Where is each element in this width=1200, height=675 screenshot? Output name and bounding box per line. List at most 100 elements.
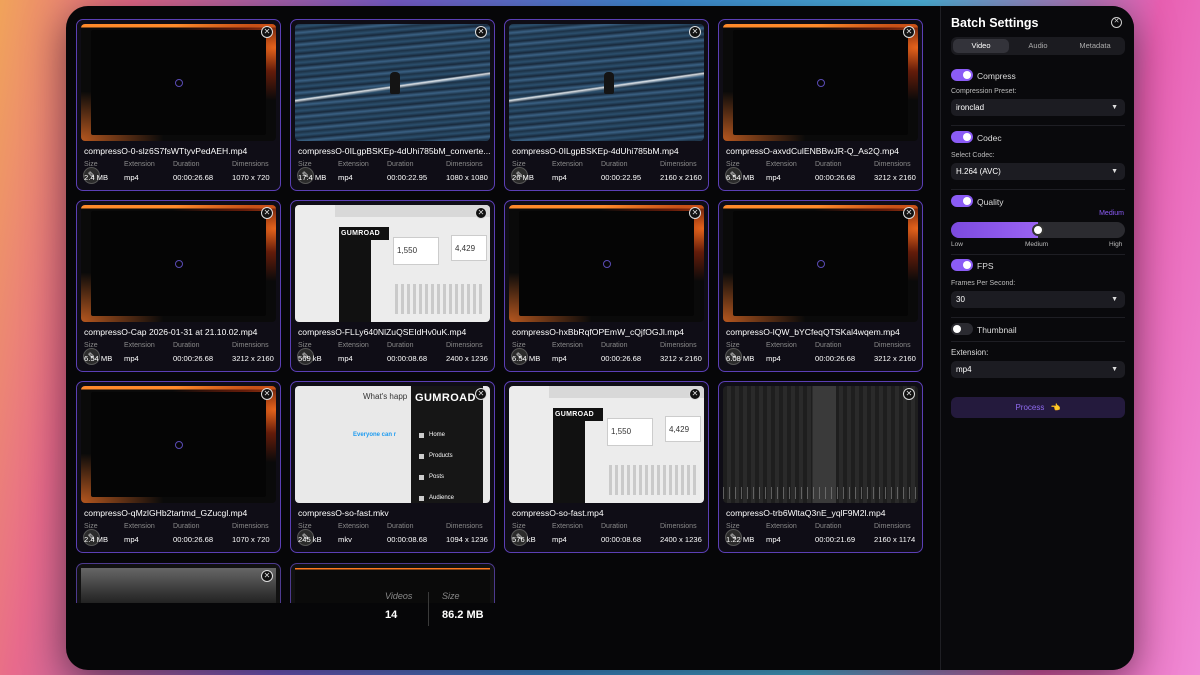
- video-filename: compressO-axvdCulENBBwJR-Q_As2Q.mp4: [726, 146, 899, 156]
- extension-label: Extension: [552, 523, 583, 530]
- quality-slider-knob[interactable]: [1032, 224, 1044, 236]
- video-thumbnail: [81, 568, 276, 603]
- video-filename: compressO-trb6WltaQ3nE_yqlF9M2l.mp4: [726, 508, 886, 518]
- close-panel-icon[interactable]: ✕: [1111, 17, 1122, 28]
- size-label: Size: [726, 523, 740, 530]
- duration-label: Duration: [387, 523, 414, 530]
- size-label: Size: [726, 342, 740, 349]
- remove-video-icon[interactable]: ✕: [261, 26, 273, 38]
- extension-label: Extension: [552, 342, 583, 349]
- extension-label: Extension: [766, 523, 797, 530]
- extension-value: mp4: [766, 535, 781, 544]
- video-card[interactable]: GUMROAD 1,550 4,429 ✕ ✎ compressO-FLLy640NlZu…: [290, 200, 495, 372]
- duration-label: Duration: [815, 342, 842, 349]
- remove-video-icon[interactable]: ✕: [475, 26, 487, 38]
- quality-toggle[interactable]: [951, 195, 973, 207]
- size-value: 245 kB: [298, 535, 322, 544]
- video-card[interactable]: ✕ ✎ compressO-qMzlGHb2tartmd_GZucgl.mp4 Siz…: [76, 381, 281, 553]
- extension-label: Extension:: [951, 348, 989, 357]
- size-value: 2.4 MB: [84, 173, 109, 182]
- remove-video-icon[interactable]: ✕: [689, 26, 701, 38]
- select-codec-label: Select Codec:: [951, 152, 995, 159]
- remove-video-icon[interactable]: ✕: [475, 388, 487, 400]
- size-value: 6.54 MB: [84, 354, 113, 363]
- remove-video-icon[interactable]: ✕: [261, 207, 273, 219]
- size-value: 6.08 MB: [726, 354, 755, 363]
- video-card[interactable]: ✕ ✎ compressO-0ILgpBSKEp-4dUhi785bM.mp4 Siz…: [504, 19, 709, 191]
- duration-label: Duration: [601, 161, 628, 168]
- duration-value: 00:00:22.95: [387, 173, 428, 182]
- dimensions-label: Dimensions: [232, 161, 269, 168]
- video-card[interactable]: ✕ ✎ compressO-hxBbRqfOPEmW_cQjfOGJl.mp4 Siz…: [504, 200, 709, 372]
- video-card[interactable]: ✕ ✎ compressO-Cap 2026-01-31 at 21.10.02.m…: [76, 200, 281, 372]
- chevron-down-icon: ▼: [1111, 366, 1118, 373]
- remove-video-icon[interactable]: ✕: [689, 207, 701, 219]
- compress-toggle[interactable]: [951, 69, 973, 81]
- video-thumbnail: [81, 24, 276, 141]
- remove-video-icon[interactable]: ✕: [903, 207, 915, 219]
- compression-preset-select[interactable]: ironclad ▼: [951, 99, 1125, 116]
- duration-label: Duration: [173, 523, 200, 530]
- codec-toggle[interactable]: [951, 131, 973, 143]
- video-card[interactable]: ✕ ✎ compressO-trb6WltaQ3nE_yqlF9M2l.mp4 Siz…: [718, 381, 923, 553]
- quality-slider[interactable]: [951, 222, 1125, 238]
- process-button[interactable]: Process 👈: [951, 397, 1125, 418]
- tab-video[interactable]: Video: [953, 39, 1009, 53]
- extension-select[interactable]: mp4 ▼: [951, 361, 1125, 378]
- remove-video-icon[interactable]: ✕: [261, 570, 273, 582]
- remove-video-icon[interactable]: ✕: [475, 207, 487, 219]
- app-window: ✕ ✎ compressO-0-slz6S7fsWTtyvPedAEH.mp4 Siz…: [66, 6, 1134, 670]
- dimensions-label: Dimensions: [874, 342, 911, 349]
- duration-value: 00:00:21.69: [815, 535, 856, 544]
- menu-item: Home: [429, 432, 446, 438]
- remove-video-icon[interactable]: ✕: [689, 388, 701, 400]
- tab-audio[interactable]: Audio: [1010, 39, 1066, 53]
- fps-toggle[interactable]: [951, 259, 973, 271]
- extension-value: mp4: [766, 354, 781, 363]
- size-value: 1.22 MB: [726, 535, 755, 544]
- app-logo-icon: [174, 259, 183, 268]
- tab-metadata[interactable]: Metadata: [1067, 39, 1123, 53]
- video-card[interactable]: ✕ ✎ compressO-0ILgpBSKEp-4dUhi785bM_conver…: [290, 19, 495, 191]
- fps-label: FPS: [977, 261, 994, 271]
- dimensions-label: Dimensions: [446, 523, 483, 530]
- dimensions-label: Dimensions: [232, 523, 269, 530]
- fps-field-label: Frames Per Second:: [951, 280, 1016, 287]
- process-label: Process: [1015, 403, 1045, 412]
- total-size-value: 86.2 MB: [442, 609, 484, 621]
- video-card[interactable]: What's happ Everyone can r GUMROAD Home Prod…: [290, 381, 495, 553]
- quality-value-label: Medium: [1099, 210, 1124, 217]
- fps-select[interactable]: 30 ▼: [951, 291, 1125, 308]
- duration-value: 00:00:08.68: [601, 535, 642, 544]
- video-card[interactable]: ✕ ✎ compressO-0-slz6S7fsWTtyvPedAEH.mp4 Siz…: [76, 19, 281, 191]
- duration-value: 00:00:26.68: [815, 173, 856, 182]
- video-filename: compressO-so-fast.mkv: [298, 508, 389, 518]
- video-card[interactable]: GUMROAD 1,550 4,429 ✕ ✎ compressO-so-fast.mp4…: [504, 381, 709, 553]
- size-label: Size: [512, 523, 526, 530]
- app-logo-icon: [816, 78, 825, 87]
- remove-video-icon[interactable]: ✕: [903, 388, 915, 400]
- dimensions-value: 1070 x 720: [232, 535, 270, 544]
- remove-video-icon[interactable]: ✕: [903, 26, 915, 38]
- codec-select[interactable]: H.264 (AVC) ▼: [951, 163, 1125, 180]
- video-card[interactable]: ✕ ✎ compressO-lQW_bYCfeqQTSKal4wqem.mp4 Siz…: [718, 200, 923, 372]
- video-filename: compressO-Cap 2026-01-31 at 21.10.02.mp4: [84, 327, 258, 337]
- extension-label: Extension: [338, 342, 369, 349]
- video-thumbnail: What's happ Everyone can r GUMROAD Home Prod…: [295, 386, 490, 503]
- extension-value: mp4: [338, 354, 353, 363]
- compression-preset-value: ironclad: [956, 103, 985, 112]
- video-thumbnail: [723, 24, 918, 141]
- extension-value: mp4: [552, 173, 567, 182]
- video-card[interactable]: ✕ ✎ compressO-axvdCulENBBwJR-Q_As2Q.mp4 Siz…: [718, 19, 923, 191]
- size-label: Size: [512, 161, 526, 168]
- thumbnail-label: Thumbnail: [977, 325, 1017, 335]
- dimensions-label: Dimensions: [446, 161, 483, 168]
- size-label: Size: [298, 161, 312, 168]
- video-card-partial[interactable]: ✕: [76, 563, 281, 603]
- summary-divider: [428, 592, 429, 626]
- thumbnail-toggle[interactable]: [951, 323, 973, 335]
- size-label: Size: [84, 161, 98, 168]
- remove-video-icon[interactable]: ✕: [261, 388, 273, 400]
- size-label: Size: [84, 523, 98, 530]
- dimensions-value: 3212 x 2160: [660, 354, 702, 363]
